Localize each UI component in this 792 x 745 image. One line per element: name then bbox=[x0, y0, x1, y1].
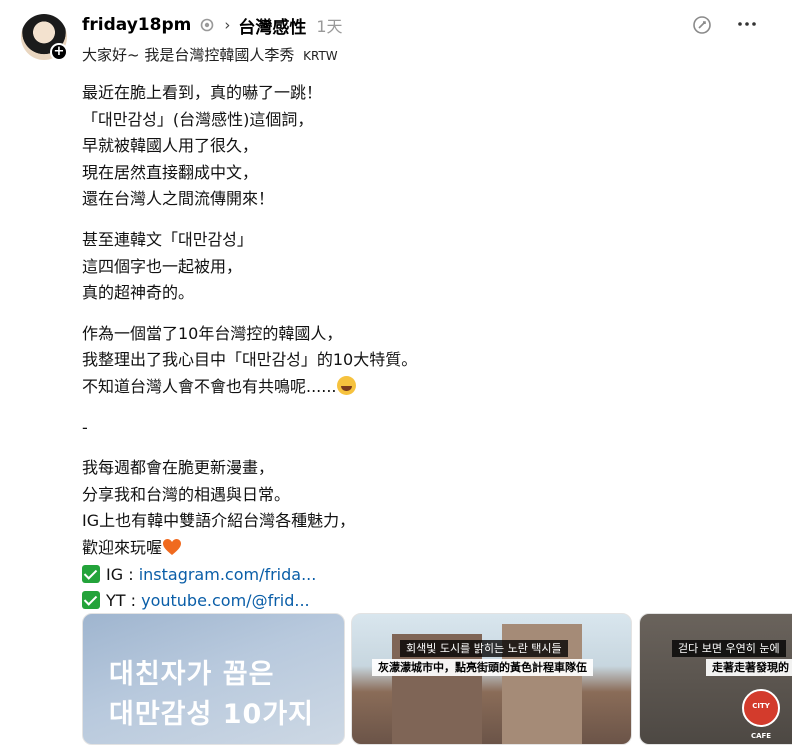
card-title-line: 대친자가 꼽은 bbox=[109, 659, 275, 690]
post-time: 1天 bbox=[316, 17, 343, 36]
link-label: YT : bbox=[106, 591, 142, 611]
paragraph: 作為一個當了10年台灣控的韓國人， 我整理出了我心目中「대만감성」的10大特質。… bbox=[82, 321, 642, 401]
chinese-subtitle: 走著走著發現的 bbox=[706, 659, 792, 676]
instagram-link[interactable]: instagram.com/frida... bbox=[139, 565, 317, 584]
text-line: 真的超神奇的。 bbox=[82, 283, 195, 303]
media-card-taxis[interactable]: 회색빛 도시를 밝히는 노란 택시들 灰濛濛城市中，點亮街頭的黃色計程車隊伍 bbox=[351, 613, 632, 745]
follow-plus-icon[interactable]: + bbox=[50, 43, 68, 61]
username[interactable]: friday18pm bbox=[82, 15, 191, 35]
separator-dash: - bbox=[82, 417, 88, 437]
check-mark-icon bbox=[82, 564, 100, 583]
text-span: 不知道台灣人會不會也有共鳴呢...... bbox=[82, 376, 337, 396]
post-header: friday18pm › 台灣感性 1天 bbox=[82, 12, 343, 38]
text-line: 甚至連韓文「대만감성」 bbox=[82, 229, 253, 249]
cafe-logo: CITY CAFE bbox=[742, 689, 780, 740]
check-mark-icon bbox=[82, 591, 100, 610]
yt-link-line: YT : youtube.com/@frid... bbox=[82, 588, 642, 615]
text-line: 我整理出了我心目中「대만감성」的10大特質。 bbox=[82, 350, 418, 370]
text-line: 早就被韓國人用了很久， bbox=[82, 136, 259, 156]
youtube-link[interactable]: youtube.com/@frid... bbox=[141, 591, 310, 610]
text-line: 歡迎來玩喔 bbox=[82, 535, 642, 562]
media-card-title[interactable]: 대친자가 꼽은 대만감성 10가지 bbox=[82, 613, 345, 745]
text-line: 分享我和台灣的相遇與日常。 bbox=[82, 484, 291, 504]
korean-subtitle: 회색빛 도시를 밝히는 노란 택시들 bbox=[400, 640, 568, 657]
paragraph: - bbox=[82, 415, 642, 442]
text-line: 最近在脆上看到，真的嚇了一跳！ bbox=[82, 83, 323, 102]
verified-icon bbox=[201, 18, 214, 32]
user-bio: 大家好~ 我是台灣控韓國人李秀 KRTW bbox=[82, 44, 338, 65]
text-line: 現在居然直接翻成中文， bbox=[82, 162, 259, 182]
media-card-cafe[interactable]: 걷다 보면 우연히 눈에 走著走著發現的 CITY CAFE bbox=[639, 613, 792, 745]
laughing-emoji-icon bbox=[336, 375, 356, 395]
ig-link-line: IG : instagram.com/frida... bbox=[82, 562, 642, 589]
orange-heart-icon bbox=[163, 538, 182, 555]
topic-tag[interactable]: 台灣感性 bbox=[238, 13, 306, 38]
bio-text: 大家好~ 我是台灣控韓國人李秀 bbox=[82, 46, 295, 64]
paragraph: 最近在脆上看到，真的嚇了一跳！ 「대만감성」(台灣感性)這個詞， 早就被韓國人用… bbox=[82, 80, 642, 213]
link-label: IG : bbox=[106, 564, 139, 584]
paragraph: 我每週都會在脆更新漫畫， 分享我和台灣的相遇與日常。 IG上也有韓中雙語介紹台灣… bbox=[82, 455, 642, 615]
post-body: 最近在脆上看到，真的嚇了一跳！ 「대만감성」(台灣感性)這個詞， 早就被韓國人用… bbox=[82, 80, 642, 615]
translate-icon[interactable] bbox=[692, 15, 712, 35]
text-line: 不知道台灣人會不會也有共鳴呢...... bbox=[82, 374, 642, 401]
bio-tag: KRTW bbox=[303, 49, 338, 63]
paragraph: 甚至連韓文「대만감성」 這四個字也一起被用， 真的超神奇的。 bbox=[82, 227, 642, 307]
card-title-line: 대만감성 10가지 bbox=[109, 699, 315, 730]
more-options-icon[interactable] bbox=[737, 16, 757, 32]
text-line: 作為一個當了10年台灣控的韓國人， bbox=[82, 323, 343, 343]
chinese-subtitle: 灰濛濛城市中，點亮街頭的黃色計程車隊伍 bbox=[372, 659, 593, 676]
text-span: 歡迎來玩喔 bbox=[82, 537, 163, 557]
text-line: 「대만감성」(台灣感性)這個詞， bbox=[82, 109, 314, 129]
korean-subtitle: 걷다 보면 우연히 눈에 bbox=[672, 640, 786, 657]
text-line: 這四個字也一起被用， bbox=[82, 256, 243, 276]
text-line: 還在台灣人之間流傳開來！ bbox=[82, 189, 275, 209]
text-line: 我每週都會在脆更新漫畫， bbox=[82, 458, 275, 478]
chevron-right-icon: › bbox=[224, 16, 231, 34]
text-line: IG上也有韓中雙語介紹台灣各種魅力， bbox=[82, 511, 356, 531]
